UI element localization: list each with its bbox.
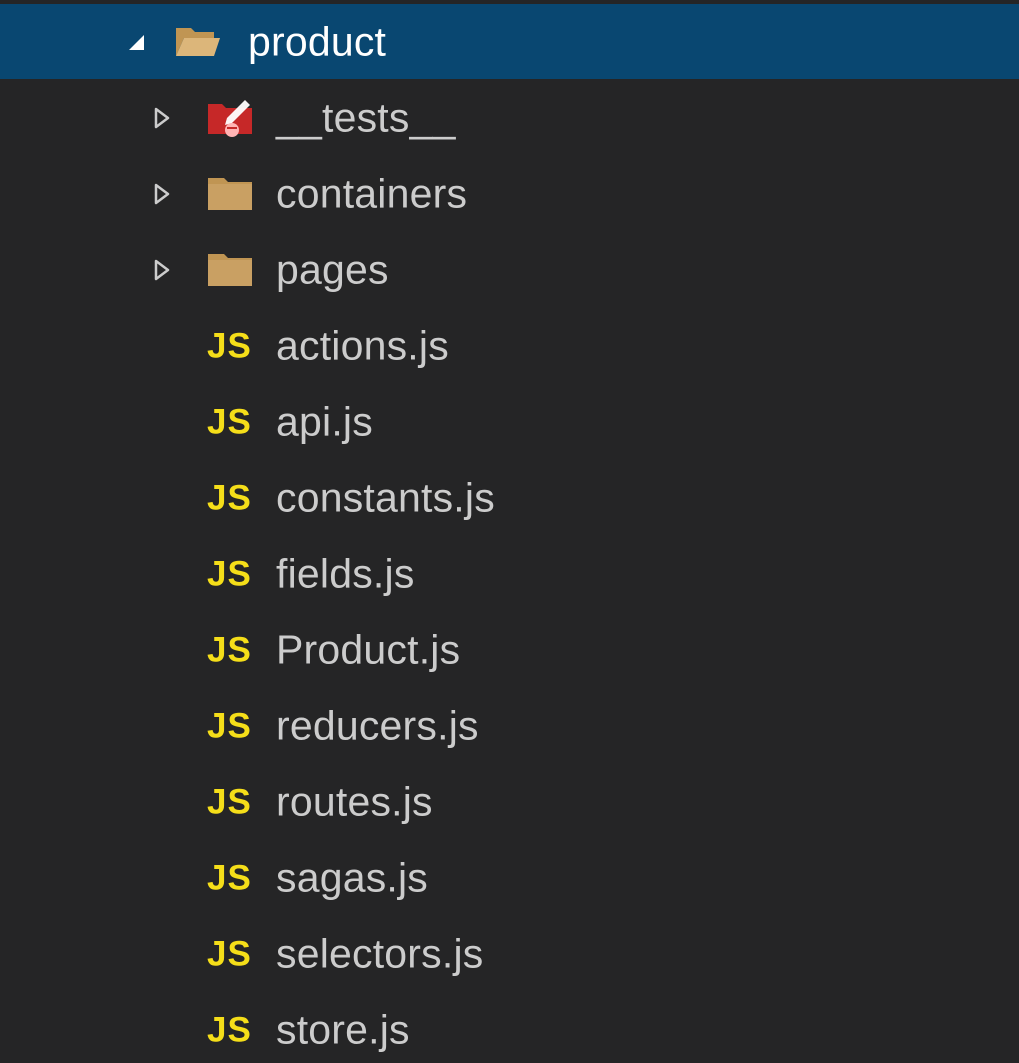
- tree-item-label: fields.js: [276, 550, 415, 597]
- js-file-icon: JS: [207, 554, 252, 594]
- chevron-expanded-icon[interactable]: [124, 30, 148, 54]
- tree-item-containers-folder[interactable]: containers: [0, 156, 1019, 232]
- folder-open-icon: [174, 22, 220, 62]
- tree-item-file[interactable]: JS reducers.js: [0, 688, 1019, 764]
- tree-item-file[interactable]: JS selectors.js: [0, 916, 1019, 992]
- tree-item-tests-folder[interactable]: __tests__: [0, 80, 1019, 156]
- tree-item-label: selectors.js: [276, 930, 484, 977]
- js-file-icon: JS: [207, 934, 252, 974]
- tree-item-label: constants.js: [276, 474, 495, 521]
- chevron-right-icon[interactable]: [150, 106, 174, 130]
- tree-item-file[interactable]: JS sagas.js: [0, 840, 1019, 916]
- file-explorer-tree: product __tests__ containers pages JS ac…: [0, 0, 1019, 1063]
- tree-item-label: store.js: [276, 1006, 410, 1053]
- folder-icon: [207, 174, 253, 214]
- tree-item-label: sagas.js: [276, 854, 429, 901]
- js-file-icon: JS: [207, 858, 252, 898]
- js-file-icon: JS: [207, 782, 252, 822]
- tree-item-file[interactable]: JS api.js: [0, 384, 1019, 460]
- tree-item-pages-folder[interactable]: pages: [0, 232, 1019, 308]
- tree-item-file[interactable]: JS actions.js: [0, 308, 1019, 384]
- tree-item-label: product: [248, 18, 387, 64]
- tree-item-label: __tests__: [276, 94, 456, 141]
- js-file-icon: JS: [207, 706, 252, 746]
- tree-item-file[interactable]: JS Product.js: [0, 612, 1019, 688]
- chevron-right-icon[interactable]: [150, 258, 174, 282]
- tree-item-label: routes.js: [276, 778, 433, 825]
- folder-icon: [207, 250, 253, 290]
- tree-item-label: pages: [276, 246, 389, 293]
- tree-item-label: Product.js: [276, 626, 461, 673]
- tree-item-file[interactable]: JS constants.js: [0, 460, 1019, 536]
- tree-item-file[interactable]: JS store.js: [0, 992, 1019, 1063]
- chevron-right-icon[interactable]: [150, 182, 174, 206]
- js-file-icon: JS: [207, 630, 252, 670]
- js-file-icon: JS: [207, 1010, 252, 1050]
- tree-item-label: reducers.js: [276, 702, 479, 749]
- js-file-icon: JS: [207, 478, 252, 518]
- tree-item-label: actions.js: [276, 322, 449, 369]
- tree-item-label: containers: [276, 170, 468, 217]
- tests-folder-icon: [207, 98, 253, 138]
- tree-item-product[interactable]: product: [0, 4, 1019, 79]
- tree-item-label: api.js: [276, 398, 373, 445]
- tree-item-file[interactable]: JS routes.js: [0, 764, 1019, 840]
- tree-item-file[interactable]: JS fields.js: [0, 536, 1019, 612]
- js-file-icon: JS: [207, 402, 252, 442]
- js-file-icon: JS: [207, 326, 252, 366]
